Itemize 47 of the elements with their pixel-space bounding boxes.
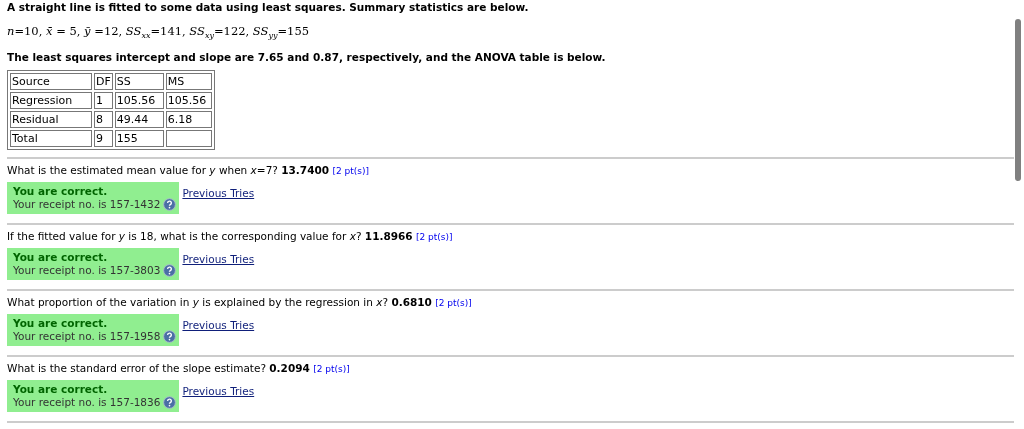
table-cell: Residual xyxy=(12,113,59,127)
previous-tries-link[interactable]: Previous Tries xyxy=(182,385,255,398)
help-icon[interactable] xyxy=(163,264,177,278)
table-cell: Total xyxy=(12,132,38,146)
table-cell: 105.56 xyxy=(167,94,207,108)
answer-value: 11.8966 xyxy=(364,230,413,243)
table-cell: 1 xyxy=(96,94,103,108)
question-text: What is the standard error of the slope estimate? xyxy=(7,362,266,375)
feedback-title: You are correct. xyxy=(13,251,109,265)
receipt-text: Your receipt no. is 157-1836 xyxy=(13,396,161,410)
receipt-text: Your receipt no. is 157-1432 xyxy=(13,198,161,212)
table-cell: 155 xyxy=(116,132,138,146)
help-icon[interactable] xyxy=(163,396,177,410)
help-icon[interactable] xyxy=(163,330,177,344)
feedback-title: You are correct. xyxy=(13,185,109,199)
points-label: [2 pt(s)] xyxy=(416,232,453,243)
column-header: MS xyxy=(167,75,185,89)
table-cell: 9 xyxy=(96,132,103,146)
table-cell: Regression xyxy=(12,94,73,108)
previous-tries-link[interactable]: Previous Tries xyxy=(182,187,255,200)
answer-value: 13.7400 xyxy=(281,164,330,177)
column-header: SS xyxy=(116,75,131,89)
points-label: [2 pt(s)] xyxy=(435,298,472,309)
answer-value: 0.6810 xyxy=(391,296,432,309)
question-text: What is the estimated mean value for y when x=7? xyxy=(7,164,278,177)
question-text: If the fitted value for y is 18, what is the corresponding value for x? xyxy=(7,230,362,243)
table-cell: 6.18 xyxy=(167,113,193,127)
feedback-title: You are correct. xyxy=(13,317,109,331)
points-label: [2 pt(s)] xyxy=(332,166,369,177)
table-cell: 8 xyxy=(96,113,103,127)
answer-value: 0.2094 xyxy=(269,362,310,375)
table-cell: 105.56 xyxy=(116,94,156,108)
feedback-title: You are correct. xyxy=(13,383,109,397)
column-header: Source xyxy=(12,75,50,89)
problem-statement: The least squares intercept and slope are 7.65 and 0.87, respectively, and the ANOVA table is below. xyxy=(7,51,607,64)
problem-heading: A straight line is fitted to some data using least squares. Summary statistics are below. xyxy=(7,1,530,13)
scrollbar-thumb[interactable] xyxy=(1015,19,1021,181)
previous-tries-link[interactable]: Previous Tries xyxy=(182,319,255,332)
help-icon[interactable] xyxy=(163,198,177,212)
table-cell: 49.44 xyxy=(116,113,149,127)
summary-statistics: n=10, x̄ = 5, ȳ =12, SS$_{xx}$=141, SS$_{xy}$=122, SS$_{yy}$=155 xyxy=(7,24,311,41)
receipt-text: Your receipt no. is 157-1958 xyxy=(13,330,161,344)
column-header: DF xyxy=(96,75,111,89)
points-label: [2 pt(s)] xyxy=(313,364,350,375)
previous-tries-link[interactable]: Previous Tries xyxy=(182,253,255,266)
question-text: What proportion of the variation in y is explained by the regression in x? xyxy=(7,296,389,309)
receipt-text: Your receipt no. is 157-3803 xyxy=(13,264,161,278)
